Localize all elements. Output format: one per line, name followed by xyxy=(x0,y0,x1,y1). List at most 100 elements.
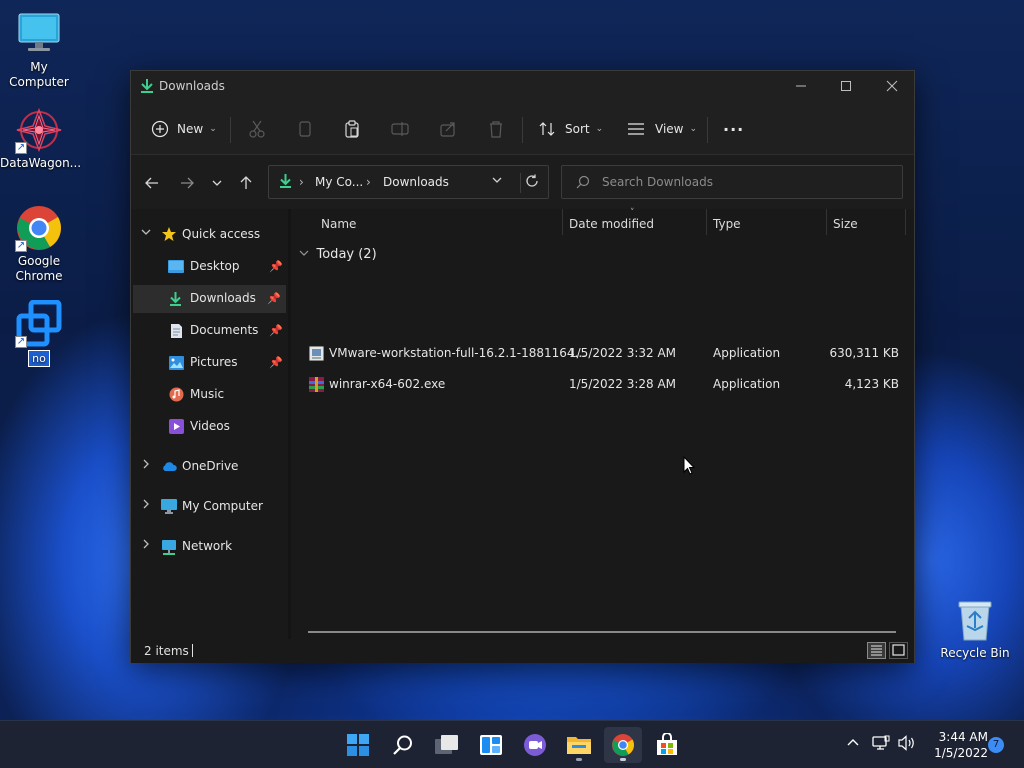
desktop-icon-no[interactable]: ↗ no xyxy=(0,299,78,367)
column-divider[interactable] xyxy=(706,209,707,235)
taskbar-chrome[interactable] xyxy=(604,727,642,763)
column-divider[interactable] xyxy=(826,209,827,235)
column-header-type[interactable]: Type xyxy=(713,217,741,231)
nav-item-pictures[interactable]: Pictures 📌 xyxy=(131,349,288,377)
nav-item-downloads[interactable]: Downloads 📌 xyxy=(133,285,286,313)
shortcut-arrow-icon: ↗ xyxy=(15,240,27,252)
desktop-icon-recycle-bin[interactable]: Recycle Bin xyxy=(936,596,1014,661)
column-header-size[interactable]: Size xyxy=(833,217,858,231)
file-size: 4,123 KB xyxy=(844,377,899,391)
copy-button[interactable] xyxy=(295,119,315,139)
chevron-down-icon: ⌄ xyxy=(595,124,604,134)
minimize-icon xyxy=(796,85,806,87)
chevron-right-icon xyxy=(141,459,151,472)
network-wired-icon xyxy=(872,735,890,750)
desktop-icon-label: Recycle Bin xyxy=(940,646,1010,660)
video-icon xyxy=(169,419,184,437)
navigation-pane: Quick access Desktop 📌 Downloads 📌 Docum… xyxy=(131,209,288,639)
nav-item-network[interactable]: Network xyxy=(131,533,288,561)
file-explorer-icon xyxy=(567,737,591,754)
up-button[interactable] xyxy=(236,173,256,193)
column-divider[interactable] xyxy=(905,209,906,235)
item-count: 2 items xyxy=(144,644,189,658)
chevron-down-icon xyxy=(212,180,222,186)
desktop-icon-my-computer[interactable]: My Computer xyxy=(0,10,78,90)
toolbar-divider xyxy=(707,117,708,143)
column-header-name[interactable]: Name xyxy=(321,217,356,231)
file-type: Application xyxy=(713,346,781,360)
details-view-button[interactable] xyxy=(867,642,886,659)
chat-button[interactable] xyxy=(516,727,554,763)
nav-item-desktop[interactable]: Desktop 📌 xyxy=(131,253,288,281)
column-headers: Name Date modified ˅ Type Size xyxy=(291,208,914,239)
volume-button[interactable] xyxy=(898,735,916,754)
refresh-button[interactable] xyxy=(525,174,539,191)
search-box[interactable]: Search Downloads xyxy=(561,165,903,199)
star-icon xyxy=(161,226,177,245)
desktop-icon-datawagon[interactable]: ↗ DataWagon... xyxy=(0,106,81,171)
address-bar[interactable]: › My Co... › Downloads xyxy=(268,165,549,199)
maximize-button[interactable] xyxy=(823,71,869,101)
nav-label: Downloads xyxy=(190,291,256,305)
nav-quick-access[interactable]: Quick access xyxy=(131,221,288,249)
pictures-icon xyxy=(169,356,184,373)
group-header-today[interactable]: Today (2) xyxy=(299,247,377,262)
column-divider[interactable] xyxy=(562,209,563,235)
column-header-date-modified[interactable]: Date modified xyxy=(569,217,654,231)
datawagon-icon: ↗ xyxy=(15,106,63,154)
address-history-button[interactable] xyxy=(491,174,503,189)
back-button[interactable] xyxy=(142,173,162,193)
copy-icon xyxy=(299,121,311,137)
nav-item-my-computer[interactable]: My Computer xyxy=(131,493,288,521)
task-view-button[interactable] xyxy=(428,727,466,763)
clock[interactable]: 3:44 AM 1/5/2022 xyxy=(928,729,988,761)
sort-button[interactable]: Sort ⌄ xyxy=(539,115,603,143)
microsoft-store-button[interactable] xyxy=(648,727,686,763)
minimize-button[interactable] xyxy=(778,71,824,101)
nav-item-music[interactable]: Music xyxy=(131,381,288,409)
sort-indicator-icon: ˅ xyxy=(630,208,635,218)
nav-label: Network xyxy=(182,539,233,553)
title-bar[interactable]: Downloads xyxy=(131,71,914,103)
paste-button[interactable] xyxy=(342,119,362,139)
start-icon xyxy=(347,734,369,756)
nav-item-videos[interactable]: Videos xyxy=(131,413,288,441)
breadcrumb-my-computer[interactable]: My Co... xyxy=(315,175,363,189)
forward-button[interactable] xyxy=(177,173,197,193)
more-options-button[interactable]: ... xyxy=(723,111,744,139)
file-row[interactable]: winrar-x64-602.exe 1/5/2022 3:28 AM Appl… xyxy=(291,371,899,399)
nav-label: Documents xyxy=(190,323,259,337)
recycle-bin-icon xyxy=(951,596,999,644)
clipboard-icon xyxy=(345,120,359,138)
nav-item-documents[interactable]: Documents 📌 xyxy=(131,317,288,345)
start-button[interactable] xyxy=(339,727,377,763)
cut-button[interactable] xyxy=(247,119,267,139)
maximize-icon xyxy=(841,81,851,91)
new-button[interactable]: New ⌄ xyxy=(151,115,217,143)
view-icon xyxy=(628,123,644,135)
chevron-up-icon xyxy=(847,739,859,746)
horizontal-scrollbar[interactable] xyxy=(308,631,896,633)
rename-button[interactable] xyxy=(390,119,410,139)
close-button[interactable] xyxy=(869,71,915,101)
taskbar-file-explorer[interactable] xyxy=(560,727,598,763)
notification-badge[interactable]: 7 xyxy=(988,737,1004,753)
large-icons-view-button[interactable] xyxy=(889,642,908,659)
show-hidden-icons-button[interactable] xyxy=(846,736,860,753)
share-button[interactable] xyxy=(438,119,458,139)
desktop-folder-icon xyxy=(168,260,184,277)
breadcrumb-downloads[interactable]: Downloads xyxy=(383,175,449,189)
network-status-button[interactable] xyxy=(872,735,890,754)
recent-locations-button[interactable] xyxy=(207,173,227,193)
delete-button[interactable] xyxy=(486,119,506,139)
new-label: New xyxy=(177,122,204,136)
winrar-icon xyxy=(309,377,324,395)
file-row[interactable]: VMware-workstation-full-16.2.1-1881164..… xyxy=(291,340,899,368)
taskbar-search-button[interactable] xyxy=(384,727,422,763)
widgets-button[interactable] xyxy=(472,727,510,763)
view-button[interactable]: View ⌄ xyxy=(627,115,697,143)
nav-item-onedrive[interactable]: OneDrive xyxy=(131,453,288,481)
address-row: › My Co... › Downloads Search Downloads xyxy=(131,155,914,209)
share-icon xyxy=(440,122,455,137)
desktop-icon-google-chrome[interactable]: ↗ Google Chrome xyxy=(0,204,78,284)
